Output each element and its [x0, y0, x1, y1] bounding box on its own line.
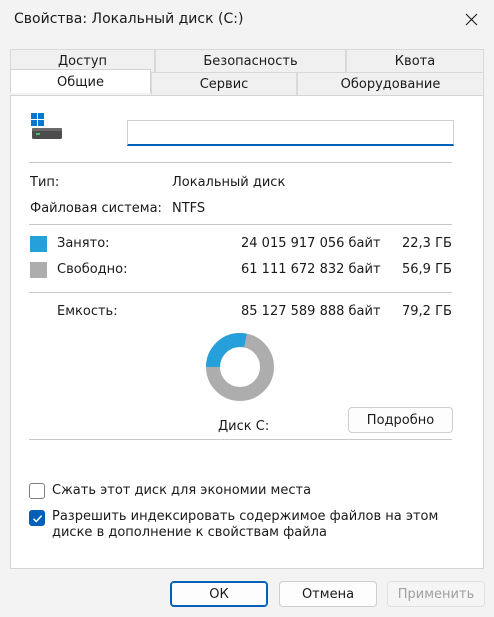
drive-name-input[interactable] [127, 120, 454, 146]
apply-button[interactable]: Применить [387, 581, 485, 607]
filesystem-value: NTFS [172, 201, 206, 216]
used-color-swatch [30, 236, 47, 252]
index-label-line2: диске в дополнение к свойствам файла [52, 525, 327, 540]
tab-row-bottom: Общие Сервис Оборудование [10, 69, 484, 95]
compress-checkbox[interactable] [29, 483, 45, 499]
close-button[interactable] [448, 0, 494, 38]
free-color-swatch [30, 262, 47, 278]
type-label: Тип: [30, 175, 60, 190]
type-value: Локальный диск [172, 175, 286, 190]
disk-label: Диск C: [218, 419, 270, 434]
index-checkbox[interactable] [29, 510, 45, 526]
free-size: 56,9 ГБ [402, 262, 452, 277]
divider-middle [29, 224, 452, 225]
tab-hardware[interactable]: Оборудование [297, 72, 484, 95]
free-label: Свободно: [57, 262, 128, 277]
window-title: Свойства: Локальный диск (C:) [14, 11, 244, 27]
filesystem-label: Файловая система: [30, 201, 162, 216]
divider-capacity [29, 292, 452, 293]
tab-tools[interactable]: Сервис [151, 72, 297, 95]
tab-security[interactable]: Безопасность [155, 49, 346, 72]
capacity-bytes: 85 127 589 888 байт [241, 304, 381, 319]
divider-bottom [29, 439, 452, 440]
compress-label: Сжать этот диск для экономии места [52, 483, 312, 498]
used-bytes: 24 015 917 056 байт [241, 236, 381, 251]
ok-button[interactable]: ОК [170, 581, 268, 607]
used-label: Занято: [57, 236, 110, 251]
capacity-size: 79,2 ГБ [402, 304, 452, 319]
used-size: 22,3 ГБ [402, 236, 452, 251]
tab-quota[interactable]: Квота [346, 49, 484, 72]
close-icon [465, 13, 477, 25]
cancel-button[interactable]: Отмена [279, 581, 377, 607]
details-button[interactable]: Подробно [348, 407, 453, 433]
title-bar: Свойства: Локальный диск (C:) [0, 0, 494, 40]
divider-top [29, 162, 452, 163]
free-bytes: 61 111 672 832 байт [241, 262, 381, 277]
capacity-label: Емкость: [57, 304, 118, 319]
tab-general[interactable]: Общие [10, 69, 151, 93]
index-label-line1: Разрешить индексировать содержимое файло… [52, 509, 439, 524]
checkmark-icon [32, 514, 42, 523]
usage-donut-chart [206, 333, 274, 401]
drive-icon [31, 113, 62, 139]
